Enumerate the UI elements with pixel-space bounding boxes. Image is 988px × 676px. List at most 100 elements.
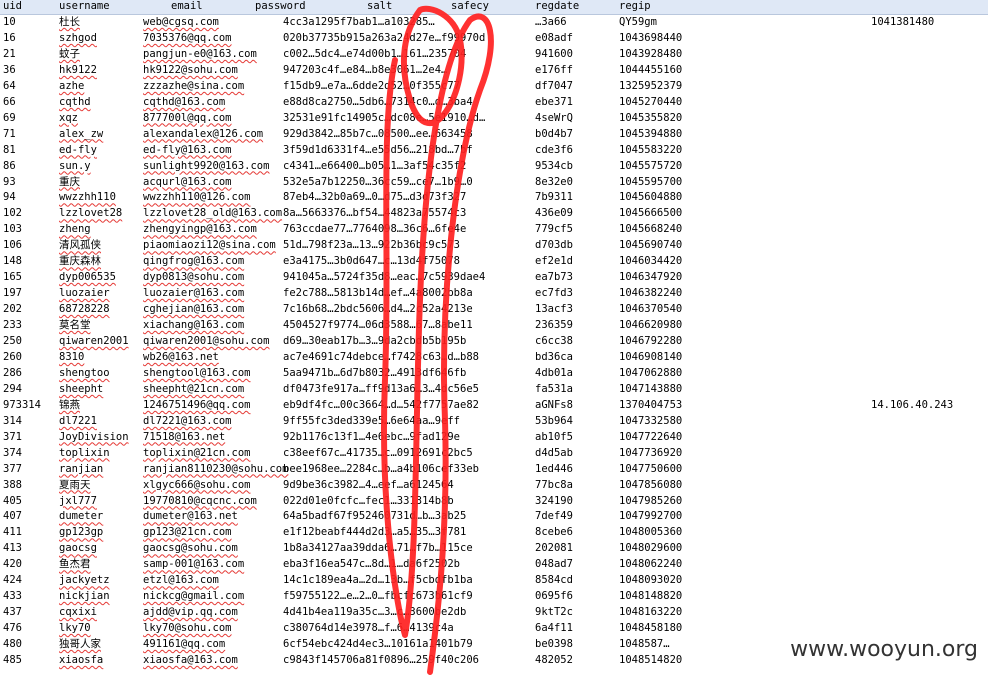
cell-regdate: 1047143880 [619,382,683,395]
cell-uid: 64 [3,79,16,92]
table-row[interactable]: 420 鱼杰君 samp-001@163.com eba3f16ea547c…8d…1… [0,556,988,572]
table-row[interactable]: 86 sun.y sunlight9920@163.com c4341…e66400…… [0,158,988,174]
table-row[interactable]: 10 杜长 web@cgsq.com 4cc3a1295f7bab1…a103285…… [0,14,988,30]
table-row[interactable]: 66 cqthd cqthd@163.com e88d8ca2750…5db6…731… [0,94,988,110]
cell-password: ac7e4691c74debce…f7428c63…d…b88 [283,350,479,363]
cell-regdate: 1047722640 [619,430,683,443]
table-row[interactable]: 93 重庆 acqurl@163.com 532e5a7b12250…36cc59…c… [0,174,988,190]
cell-uid: 16 [3,31,16,44]
header-uid[interactable]: uid [3,0,22,14]
table-row[interactable]: 476 lky70 lky70@sohu.com c380764d14e3978…f…… [0,620,988,636]
table-row[interactable]: 374 toplixin toplixin@21cn.com c38eef67c…41… [0,445,988,461]
table-row[interactable]: 103 zheng zhengyingp@163.com 763ccdae77…776… [0,221,988,237]
cell-uid: 286 [3,366,22,379]
cell-regdate: 1047062880 [619,366,683,379]
cell-uid: 388 [3,478,22,491]
cell-email: xiaosfa@163.com [143,654,238,666]
table-row[interactable]: 294 sheepht sheepht@21cn.com df0473fe917a…f… [0,381,988,397]
table-row[interactable]: 165 dyp006535 dyp0813@sohu.com 941045a…5724… [0,269,988,285]
table-row[interactable]: 197 luozaier luozaier@163.com fe2c788…5813b… [0,285,988,301]
header-regip[interactable]: regip [619,0,651,14]
table-row[interactable]: 16 szhgod 7035376@qq.com 020b37735b915a263a… [0,30,988,46]
cell-password: e88d8ca2750…5db6…7314c0…d…3ba4 [283,95,473,108]
cell-email: ajdd@vip.qq.com [143,606,238,619]
table-row[interactable]: 437 cqxixi ajdd@vip.qq.com 4d41b4ea119a35c…… [0,604,988,620]
table-row[interactable]: 102 lzzlovet28 lzzlovet28_old@163.com 8a…56… [0,205,988,221]
table-row[interactable]: 424 jackyetz etzl@163.com 14c1c189ea4a…2d…1… [0,572,988,588]
header-regdate[interactable]: regdate [535,0,579,14]
cell-regdate: 1047985260 [619,494,683,507]
cell-uid: 371 [3,430,22,443]
cell-regdate: 1046620980 [619,319,683,332]
cell-uid: 69 [3,111,16,124]
cell-safecy: b0d4b7 [535,127,573,140]
table-row[interactable]: 377 ranjian ranjian8110230@sohu.com bee1968… [0,461,988,477]
cell-email: 19770810@cqcnc.com [143,494,257,507]
cell-password: 1b8a34127aa39dda6…71…f7b…115ce [283,542,473,555]
cell-username: 夏雨天 [59,478,91,491]
table-row[interactable]: 413 gaocsg gaocsg@sohu.com 1b8a34127aa39dda… [0,540,988,556]
cell-username: azhe [59,79,85,92]
cell-username: gaocsg [59,542,97,555]
table-row[interactable]: 973314 锦燕 1246751496@qq.com eb9df4fc…00c366… [0,397,988,413]
cell-safecy: 4seWrQ [535,111,573,124]
table-row[interactable]: 21 蚊子 pangjun-e0@163.com c002…5dc4…e74d00b1… [0,46,988,62]
table-row[interactable]: 433 nickjian nickcg@gmail.com f59755122…e…2… [0,588,988,604]
cell-uid: 36 [3,63,16,76]
cell-password: c002…5dc4…e74d00b1…161…235704 [283,47,467,60]
header-email[interactable]: email [171,0,203,14]
header-salt[interactable]: salt [367,0,392,14]
cell-email: shengtool@163.com [143,366,251,379]
cell-safecy: d4d5ab [535,446,573,459]
table-row[interactable]: 64 azhe zzzazhe@sina.com f15db9…e7a…6dde2d5… [0,78,988,94]
table-row[interactable]: 314 dl7221 dl7221@163.com 9ff55fc3ded339e5…… [0,413,988,429]
table-row[interactable]: 405 jxl777 19770810@cqcnc.com 022d01e0fcfc…… [0,493,988,509]
cell-regdate: 1048458180 [619,622,683,635]
table-row[interactable]: 260 8310 wb26@163.net ac7e4691c74debce…f742… [0,349,988,365]
cell-username: luozaier [59,287,110,300]
cell-regdate: 1045604880 [619,191,683,204]
cell-regdate: 1046370540 [619,303,683,316]
cell-password: df0473fe917a…ff9d13a6…3…4dc56e5 [283,382,479,395]
cell-safecy: 53b964 [535,414,573,427]
table-row[interactable]: 94 wwzzhh110 wwzzhh110@126.com 87eb4…32b0a6… [0,189,988,205]
table-row[interactable]: 69 xqz 877700l@qq.com 32531e91fc14905c…dc08… [0,110,988,126]
cell-email: qingfrog@163.com [143,255,245,268]
cell-username: jxl777 [59,494,97,507]
cell-safecy: fa531a [535,382,573,395]
cell-safecy: ab10f5 [535,430,573,443]
header-password[interactable]: password [255,0,306,14]
table-row[interactable]: 81 ed-fly ed-fly@163.com 3f59d1d6331f4…e55d… [0,142,988,158]
cell-safecy: ef2e1d [535,255,573,268]
cell-uid: 66 [3,95,16,108]
table-row[interactable]: 407 dumeter dumeter@163.net 64a5badf67f9524… [0,508,988,524]
table-row[interactable]: 411 gp123gp gp123@21cn.com e1f12beabf444d2d… [0,524,988,540]
table-row[interactable]: 286 shengtoo shengtool@163.com 5aa9471b…6d7… [0,365,988,381]
cell-username: cqthd [59,95,91,108]
table-row[interactable]: 233 莫名堂 xiachang@163.com 4504527f9774…06d35… [0,317,988,333]
cell-regdate: 1045583220 [619,143,683,156]
cell-password: 022d01e0fcfc…fec1…331314b8b [283,494,454,507]
table-row[interactable]: 250 qiwaren2001 qiwaren2001@sohu.com d69…30… [0,333,988,349]
header-safecy[interactable]: safecy [451,0,489,14]
cell-uid: 93 [3,175,16,188]
table-row[interactable]: 388 夏雨天 xlgyc666@sohu.com 9d9be36c3982…4…ee… [0,477,988,493]
table-row[interactable]: 71 alex_zw alexandalex@126.com 929d3842…85b… [0,126,988,142]
cell-safecy: 8584cd [535,574,573,587]
header-username[interactable]: username [59,0,110,14]
table-row[interactable]: 36 hk9122 hk9122@sohu.com 947203c4f…e84…b8e… [0,62,988,78]
table-row[interactable]: 202 68728228 cghejian@163.com 7c16b68…2bdc5… [0,301,988,317]
cell-uid: 424 [3,574,22,587]
cell-username: 清风孤侠 [59,239,101,252]
cell-regdate: 1045668240 [619,223,683,236]
cell-email: 491161@qq.com [143,638,226,651]
table-row[interactable]: 148 重庆森林 qingfrog@163.com e3a4175…3b0d647…c… [0,253,988,269]
cell-email: xiachang@163.com [143,319,245,332]
cell-uid: 973314 [3,398,41,411]
table-row[interactable]: 371 JoyDivision 71518@163.net 92b1176c13f1…… [0,429,988,445]
cell-email: zzzazhe@sina.com [143,79,245,92]
cell-username: toplixin [59,446,110,459]
table-row[interactable]: 106 清风孤侠 piaomiaozi12@sina.com 51d…798f23a…… [0,237,988,253]
cell-password: bee1968ee…2284c…b…a4b106cef33eb [283,462,479,475]
cell-uid: 106 [3,239,22,252]
